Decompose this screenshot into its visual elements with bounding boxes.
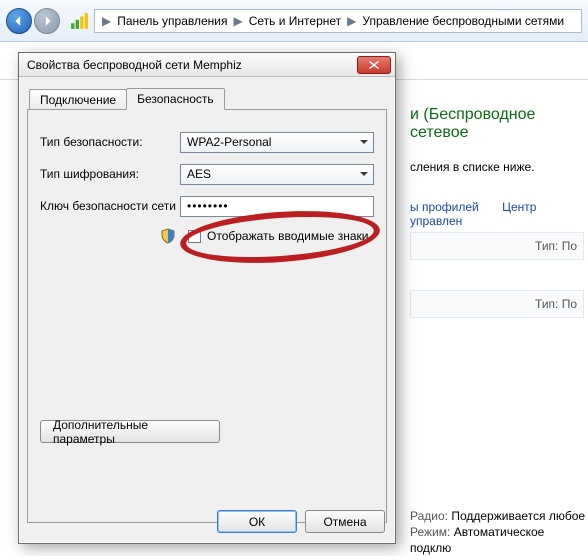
breadcrumb[interactable]: ▶ Панель управления ▶ Сеть и Интернет ▶ … (94, 9, 582, 33)
button-label: Дополнительные параметры (53, 418, 207, 446)
tab-label: Безопасность (137, 92, 214, 106)
row-network-key: Ключ безопасности сети •••••••• (40, 194, 374, 218)
close-icon (369, 61, 379, 69)
tab-label: Подключение (40, 93, 116, 107)
show-characters-label: Отображать вводимые знаки (207, 229, 368, 243)
signal-bars-icon (70, 12, 88, 30)
chevron-right-icon: ▶ (344, 14, 359, 28)
arrow-right-icon (41, 15, 53, 27)
row-type-label: Тип: По (535, 239, 577, 253)
close-button[interactable] (357, 56, 391, 74)
tab-security[interactable]: Безопасность (126, 88, 225, 110)
nav-back-button[interactable] (6, 8, 32, 34)
tab-panel-security: Тип безопасности: WPA2-Personal Тип шифр… (27, 109, 387, 523)
chevron-right-icon: ▶ (230, 14, 245, 28)
breadcrumb-item[interactable]: Панель управления (114, 14, 230, 28)
breadcrumb-item[interactable]: Сеть и Интернет (246, 14, 344, 28)
breadcrumb-item[interactable]: Управление беспроводными сетями (359, 14, 567, 28)
tab-connection[interactable]: Подключение (29, 89, 127, 109)
dialog-titlebar[interactable]: Свойства беспроводной сети Memphiz (19, 53, 395, 77)
button-label: Отмена (323, 515, 366, 529)
arrow-left-icon (13, 15, 25, 27)
radio-value: Поддерживается любое (451, 509, 585, 523)
shield-icon (160, 228, 176, 244)
page-description: сления в списке ниже. (410, 160, 535, 174)
cancel-button[interactable]: Отмена (305, 510, 385, 533)
network-list-row[interactable]: Тип: По (410, 290, 584, 318)
page-title: и (Беспроводное сетевое (410, 106, 588, 142)
chevron-right-icon: ▶ (99, 14, 114, 28)
ok-button[interactable]: ОК (217, 510, 297, 533)
wifi-properties-dialog: Свойства беспроводной сети Memphiz Подкл… (18, 52, 396, 544)
dialog-button-row: ОК Отмена (217, 510, 385, 533)
label-encryption: Тип шифрования: (40, 167, 180, 181)
input-value: •••••••• (187, 199, 229, 213)
link-bar: ы профилей Центр управлен (410, 200, 588, 228)
explorer-navbar: ▶ Панель управления ▶ Сеть и Интернет ▶ … (0, 0, 588, 42)
link-profiles[interactable]: ы профилей (410, 200, 479, 214)
encryption-dropdown[interactable]: AES (180, 164, 374, 185)
show-characters-checkbox[interactable] (188, 230, 201, 243)
label-security-type: Тип безопасности: (40, 135, 180, 149)
row-show-chars: Отображать вводимые знаки (160, 228, 374, 244)
tab-strip: Подключение Безопасность (29, 85, 395, 109)
network-list-row[interactable]: Тип: По (410, 232, 584, 260)
dialog-title: Свойства беспроводной сети Memphiz (27, 58, 357, 72)
row-security-type: Тип безопасности: WPA2-Personal (40, 130, 374, 154)
button-label: ОК (249, 515, 265, 529)
mode-label: Режим: (410, 525, 450, 539)
nav-forward-button[interactable] (34, 8, 60, 34)
label-network-key: Ключ безопасности сети (40, 199, 180, 213)
dropdown-value: AES (187, 167, 211, 181)
advanced-settings-button[interactable]: Дополнительные параметры (40, 420, 220, 443)
row-encryption: Тип шифрования: AES (40, 162, 374, 186)
network-key-input[interactable]: •••••••• (180, 196, 374, 217)
radio-label: Радио: (410, 509, 448, 523)
dropdown-value: WPA2-Personal (187, 135, 271, 149)
row-type-label: Тип: По (535, 297, 577, 311)
security-type-dropdown[interactable]: WPA2-Personal (180, 132, 374, 153)
